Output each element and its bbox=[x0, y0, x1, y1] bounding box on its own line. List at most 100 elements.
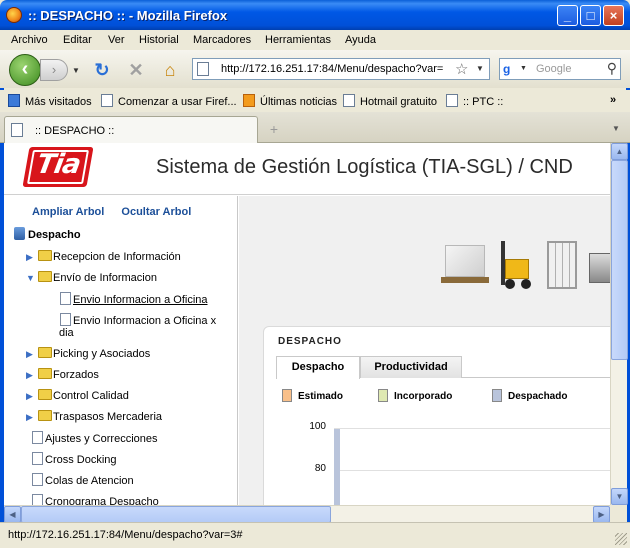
document-icon bbox=[32, 452, 43, 465]
vertical-scroll-thumb[interactable] bbox=[611, 160, 628, 360]
tree-item-ajustes[interactable]: Ajustes y Correcciones bbox=[32, 431, 158, 445]
folder-icon bbox=[38, 347, 52, 358]
tree-item-envio-oficina-dia[interactable]: Envio Informacion a Oficina x bbox=[60, 313, 216, 327]
close-button[interactable]: × bbox=[603, 5, 624, 26]
search-engine-dropdown-icon[interactable]: ▼ bbox=[520, 65, 527, 72]
scroll-down-icon[interactable]: ▼ bbox=[611, 488, 628, 505]
document-icon bbox=[60, 313, 71, 326]
tia-logo: Tia bbox=[22, 147, 94, 187]
search-placeholder[interactable]: Google bbox=[536, 63, 571, 75]
tree-item-picking[interactable]: ▶ Picking y Asociados bbox=[26, 347, 150, 360]
scroll-left-icon[interactable]: ◀ bbox=[4, 506, 21, 523]
tree-item-envio-oficina[interactable]: Envio Informacion a Oficina bbox=[60, 292, 208, 306]
forklift-icon bbox=[497, 241, 537, 289]
tree-item-envio[interactable]: ▼ Envío de Informacion bbox=[26, 271, 157, 284]
tree-item-forzados[interactable]: ▶ Forzados bbox=[26, 368, 99, 381]
rss-icon bbox=[243, 94, 255, 107]
menu-marcadores[interactable]: Marcadores bbox=[193, 34, 251, 46]
expand-tree-link[interactable]: Ampliar Arbol bbox=[32, 206, 104, 218]
url-dropdown-icon[interactable]: ▼ bbox=[476, 64, 484, 73]
menu-ayuda[interactable]: Ayuda bbox=[345, 34, 376, 46]
panel-tabs: Despacho Productividad bbox=[276, 356, 610, 379]
status-bar: http://172.16.251.17:84/Menu/despacho?va… bbox=[0, 522, 630, 548]
resize-grip-icon[interactable] bbox=[615, 533, 627, 545]
maximize-button[interactable]: □ bbox=[580, 5, 601, 26]
search-box[interactable]: g ▼ Google ⚲ bbox=[499, 58, 621, 80]
roll-cage-icon bbox=[547, 241, 577, 289]
pallet-base-icon bbox=[441, 277, 489, 283]
legend-despachado: Despachado bbox=[492, 389, 567, 402]
folder-open-icon bbox=[38, 271, 52, 282]
bookmark-ptc[interactable]: :: PTC :: bbox=[446, 94, 503, 108]
menu-historial[interactable]: Historial bbox=[139, 34, 179, 46]
new-tab-icon[interactable]: + bbox=[262, 118, 286, 140]
page-icon bbox=[343, 94, 355, 107]
vertical-scrollbar[interactable]: ▲ ▼ bbox=[610, 143, 628, 505]
expand-arrow-icon[interactable]: ▶ bbox=[26, 252, 36, 263]
tab-despacho-chart[interactable]: Despacho bbox=[276, 356, 360, 379]
tree-item-envio-oficina-dia-wrap[interactable]: dia bbox=[59, 327, 74, 339]
horizontal-scroll-thumb[interactable] bbox=[21, 506, 331, 523]
page-content: Tia Sistema de Gestión Logística (TIA-SG… bbox=[4, 143, 610, 505]
bookmark-getting-started[interactable]: Comenzar a usar Firef... bbox=[101, 94, 237, 108]
main-area: DESPACHO Despacho Productividad Estimado… bbox=[239, 196, 610, 505]
page-icon bbox=[446, 94, 458, 107]
tree-item-cronograma[interactable]: Cronograma Despacho bbox=[32, 494, 159, 505]
document-icon bbox=[60, 292, 71, 305]
hide-tree-link[interactable]: Ocultar Arbol bbox=[121, 206, 191, 218]
menu-herramientas[interactable]: Herramientas bbox=[265, 34, 331, 46]
tree-root[interactable]: Despacho bbox=[14, 227, 81, 241]
minimize-button[interactable]: _ bbox=[557, 5, 578, 26]
menu-ver[interactable]: Ver bbox=[108, 34, 125, 46]
google-icon[interactable]: g bbox=[503, 62, 517, 76]
horizontal-scrollbar[interactable]: ◀ ▶ bbox=[4, 505, 610, 523]
document-icon bbox=[32, 494, 43, 505]
menu-bar: Archivo Editar Ver Historial Marcadores … bbox=[0, 30, 630, 50]
legend-incorporado: Incorporado bbox=[378, 389, 452, 402]
server-icon bbox=[14, 227, 25, 240]
menu-editar[interactable]: Editar bbox=[63, 34, 92, 46]
bookmark-latest-news[interactable]: Últimas noticias bbox=[243, 94, 337, 108]
tab-list-dropdown-icon[interactable]: ▼ bbox=[612, 124, 620, 133]
expand-arrow-icon[interactable]: ▶ bbox=[26, 391, 36, 402]
expand-arrow-icon[interactable]: ▶ bbox=[26, 370, 36, 381]
scroll-right-icon[interactable]: ▶ bbox=[593, 506, 610, 523]
bookmark-star-icon[interactable]: ☆ bbox=[455, 60, 468, 78]
expand-arrow-icon[interactable]: ▶ bbox=[26, 349, 36, 360]
page-header: Tia Sistema de Gestión Logística (TIA-SG… bbox=[4, 143, 610, 195]
history-dropdown-icon[interactable]: ▼ bbox=[72, 66, 80, 75]
collapse-arrow-icon[interactable]: ▼ bbox=[26, 273, 36, 283]
url-text[interactable]: http://172.16.251.17:84/Menu/despacho?va… bbox=[221, 63, 443, 75]
search-icon[interactable]: ⚲ bbox=[607, 60, 617, 77]
home-icon[interactable]: ⌂ bbox=[159, 59, 181, 81]
bookmark-hotmail[interactable]: Hotmail gratuito bbox=[343, 94, 437, 108]
folder-icon bbox=[38, 410, 52, 421]
machine-icon bbox=[589, 253, 610, 283]
chart-gridline bbox=[334, 470, 610, 471]
tree-item-colas[interactable]: Colas de Atencion bbox=[32, 473, 134, 487]
tree-item-recepcion[interactable]: ▶ Recepcion de Información bbox=[26, 250, 181, 263]
tree-item-cross-docking[interactable]: Cross Docking bbox=[32, 452, 117, 466]
tab-bar: :: DESPACHO :: + ▼ bbox=[0, 112, 630, 143]
stop-icon[interactable]: ✕ bbox=[125, 59, 147, 81]
chart-gridline bbox=[334, 428, 610, 429]
scroll-up-icon[interactable]: ▲ bbox=[611, 143, 628, 160]
tab-productividad[interactable]: Productividad bbox=[360, 356, 462, 378]
legend-swatch bbox=[282, 389, 292, 402]
tree-item-traspasos[interactable]: ▶ Traspasos Mercaderia bbox=[26, 410, 162, 423]
warehouse-equipment-banner bbox=[439, 239, 610, 295]
folder-icon bbox=[38, 250, 52, 261]
legend-swatch bbox=[378, 389, 388, 402]
tab-despacho[interactable]: :: DESPACHO :: bbox=[4, 116, 258, 143]
back-icon[interactable]: ‹ bbox=[9, 54, 41, 86]
bookmark-most-visited[interactable]: Más visitados bbox=[8, 94, 92, 108]
legend-estimado: Estimado bbox=[282, 389, 343, 402]
title-bar: :: DESPACHO :: - Mozilla Firefox _ □ × bbox=[0, 0, 630, 30]
tree-item-control-calidad[interactable]: ▶ Control Calidad bbox=[26, 389, 129, 402]
expand-arrow-icon[interactable]: ▶ bbox=[26, 412, 36, 423]
forward-icon[interactable]: › bbox=[40, 59, 68, 81]
url-bar[interactable]: http://172.16.251.17:84/Menu/despacho?va… bbox=[192, 58, 490, 80]
bookmarks-overflow-icon[interactable]: » bbox=[610, 94, 616, 106]
menu-archivo[interactable]: Archivo bbox=[11, 34, 48, 46]
reload-icon[interactable]: ↻ bbox=[91, 59, 113, 81]
